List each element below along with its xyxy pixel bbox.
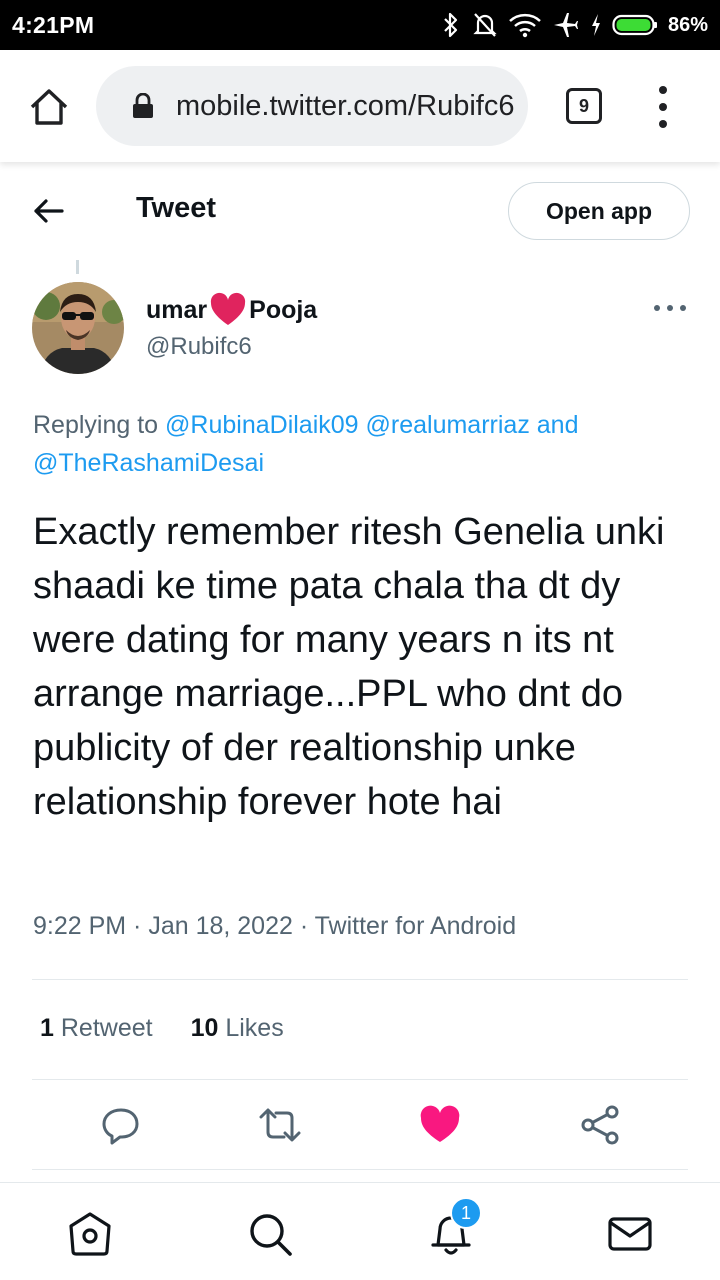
replying-to: Replying to @RubinaDilaik09 @realumarria… — [33, 406, 683, 482]
status-bar: 4:21PM 86% — [0, 0, 720, 50]
page-title: Tweet — [136, 192, 217, 224]
tab-switcher-button[interactable]: 9 — [566, 88, 602, 124]
open-app-button[interactable]: Open app — [508, 182, 690, 240]
search-icon[interactable] — [247, 1211, 293, 1257]
divider — [32, 1169, 688, 1170]
divider — [32, 1079, 688, 1080]
status-time: 4:21PM — [12, 11, 95, 38]
notification-badge: 1 — [450, 1197, 482, 1229]
thread-line — [76, 260, 79, 274]
browser-toolbar: mobile.twitter.com/Rubifc6 9 — [0, 50, 720, 162]
browser-menu-icon[interactable] — [652, 86, 674, 128]
bluetooth-icon — [444, 12, 458, 38]
author-name-second: Pooja — [249, 295, 318, 324]
likes-label: Likes — [225, 1014, 284, 1042]
tweet-actions — [0, 1098, 720, 1154]
browser-home-icon[interactable] — [28, 86, 70, 128]
divider — [32, 979, 688, 980]
tweet-header: Tweet Open app — [0, 162, 720, 260]
airplane-icon — [553, 13, 578, 37]
url-text: mobile.twitter.com/Rubifc6 — [176, 89, 515, 122]
back-arrow-icon[interactable] — [32, 194, 66, 228]
tweet-timestamp[interactable]: 9:22 PM · Jan 18, 2022 · Twitter for And… — [33, 912, 516, 941]
mention-link[interactable]: @realumarriaz — [366, 411, 530, 439]
mute-icon — [473, 13, 497, 37]
like-icon[interactable] — [419, 1104, 461, 1146]
retweet-label: Retweet — [60, 1014, 153, 1042]
likes-stat[interactable]: 10 Likes — [191, 1014, 284, 1043]
retweet-icon[interactable] — [259, 1104, 301, 1146]
like-count: 10 — [190, 1014, 219, 1042]
author-handle[interactable]: @Rubifc6 — [146, 333, 252, 361]
status-icons: 86% — [440, 11, 708, 39]
avatar[interactable] — [32, 282, 124, 374]
author-name[interactable]: umar Pooja — [146, 292, 317, 328]
heart-emoji-icon — [211, 292, 246, 325]
home-icon[interactable] — [67, 1211, 113, 1257]
lock-icon — [133, 93, 153, 118]
replying-prefix: Replying to — [33, 411, 159, 439]
more-options-icon[interactable] — [654, 300, 686, 316]
author-name-first: umar — [146, 295, 208, 324]
bottom-navigation: 1 — [0, 1182, 720, 1280]
tweet-text: Exactly remember ritesh Genelia unki sha… — [33, 511, 665, 823]
battery-icon — [612, 14, 657, 36]
retweet-count: 1 — [40, 1014, 54, 1042]
wifi-icon — [509, 13, 541, 38]
battery-percent: 86% — [667, 13, 708, 36]
mention-link[interactable]: @RubinaDilaik09 — [165, 411, 359, 439]
retweet-stat[interactable]: 1 Retweet — [40, 1014, 153, 1043]
reply-icon[interactable] — [100, 1104, 142, 1146]
address-bar[interactable]: mobile.twitter.com/Rubifc6 — [96, 66, 528, 146]
share-icon[interactable] — [579, 1104, 621, 1146]
messages-icon[interactable] — [607, 1211, 653, 1257]
mention-link[interactable]: @TheRashamiDesai — [33, 449, 264, 477]
mention-and[interactable]: and — [537, 411, 579, 439]
tweet-stats: 1 Retweet 10 Likes — [40, 1014, 284, 1043]
charging-icon — [591, 14, 600, 36]
